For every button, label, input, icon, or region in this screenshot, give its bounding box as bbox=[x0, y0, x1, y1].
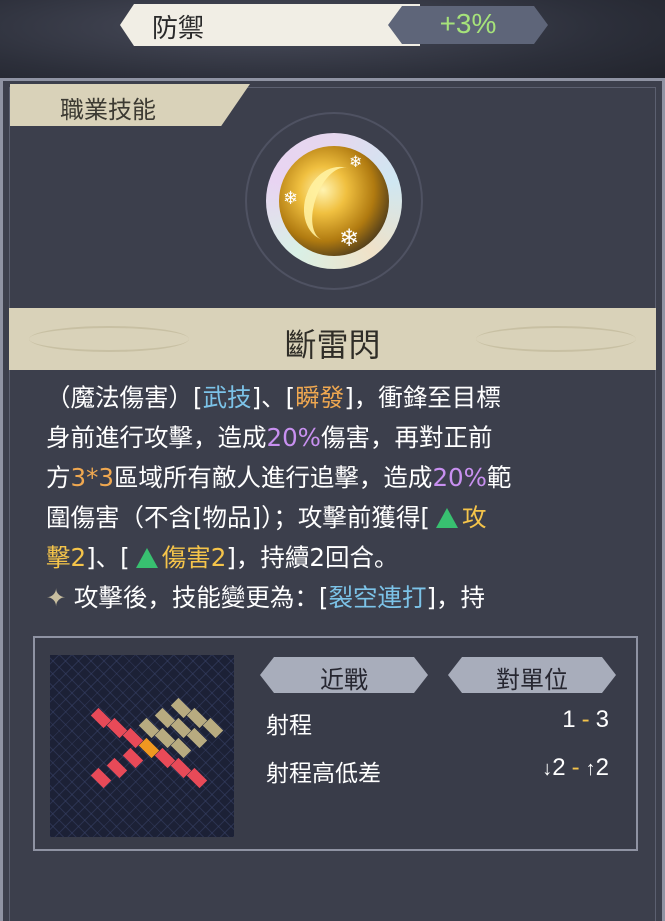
area-tile bbox=[202, 717, 224, 739]
range-value: 1-3 bbox=[562, 706, 609, 734]
desc-line-5: 擊2]、[ 傷害2]，持續2回合。 bbox=[46, 538, 621, 578]
section-title: 職業技能 bbox=[60, 96, 156, 124]
desc-text: 區域所有敵人進行追擊，造成 bbox=[113, 463, 433, 492]
buff-up-triangle-icon bbox=[435, 508, 458, 528]
area-size: 3*3 bbox=[70, 463, 114, 492]
skill-description: （魔法傷害）[武技]、[瞬發]，衝鋒至目標 身前進行攻擊，造成20%傷害，再對正… bbox=[46, 378, 621, 618]
slash-icon bbox=[293, 158, 377, 250]
snowflake-icon: ❄ bbox=[339, 224, 360, 252]
buff-up-triangle-icon bbox=[135, 548, 158, 568]
range-tile bbox=[122, 747, 144, 769]
range-max: 3 bbox=[595, 706, 609, 733]
height-diff-value: ↓2- ↑2 bbox=[542, 754, 609, 782]
desc-text: ]，持 bbox=[426, 583, 486, 612]
snowflake-icon: ❄ bbox=[283, 188, 299, 209]
range-tile bbox=[90, 767, 112, 789]
keyword-martial[interactable]: 武技 bbox=[203, 383, 252, 412]
area-tile bbox=[170, 737, 192, 759]
keyword-instant[interactable]: 瞬發 bbox=[295, 383, 344, 412]
buff-damage[interactable]: 傷害2 bbox=[162, 543, 227, 572]
height-diff-label: 射程高低差 bbox=[266, 761, 381, 787]
range-tile bbox=[106, 757, 128, 779]
snowflake-icon: ❄ bbox=[349, 152, 363, 171]
desc-text: ]，衝鋒至目標 bbox=[344, 383, 501, 412]
desc-text: 方 bbox=[46, 463, 71, 492]
attack-type-tag: 近戰 bbox=[260, 657, 428, 693]
height-separator: - bbox=[571, 754, 580, 781]
height-up: 2 bbox=[595, 754, 609, 781]
desc-line-1: （魔法傷害）[武技]、[瞬發]，衝鋒至目標 bbox=[46, 378, 621, 418]
buff-attack[interactable]: 擊2 bbox=[46, 543, 86, 572]
range-tile bbox=[186, 767, 208, 789]
range-min: 1 bbox=[562, 706, 576, 733]
attack-range-grid bbox=[50, 655, 234, 837]
defense-stat-bar: 防禦 +3% bbox=[120, 4, 550, 46]
desc-line-2: 身前進行攻擊，造成20%傷害，再對正前 bbox=[46, 418, 621, 458]
sparkle-icon: ✦ bbox=[46, 584, 67, 612]
stat-value-plate: +3% bbox=[388, 6, 548, 44]
desc-text: 身前進行攻擊，造成 bbox=[46, 423, 267, 452]
damage-percent: 20% bbox=[266, 423, 321, 452]
desc-text: ]，持續2回合。 bbox=[226, 543, 399, 572]
desc-line-4: 圍傷害（不含[物品]）；攻擊前獲得[ 攻 bbox=[46, 498, 621, 538]
desc-line-6: ✦ 攻擊後，技能變更為：[裂空連打]，持 bbox=[46, 578, 621, 618]
arrow-down-icon: ↓ bbox=[542, 758, 553, 780]
desc-text: （魔法傷害）[ bbox=[46, 383, 203, 412]
golden-slash-snowflake-icon[interactable]: ❄ ❄ ❄ bbox=[279, 146, 389, 256]
range-separator: - bbox=[581, 706, 590, 733]
desc-text: 圍傷害（不含[物品]）；攻擊前獲得[ bbox=[46, 503, 430, 532]
skill-name: 斷雷閃 bbox=[284, 326, 381, 364]
height-down: 2 bbox=[552, 754, 566, 781]
arrow-up-icon: ↑ bbox=[585, 758, 596, 780]
keyword-next-skill[interactable]: 裂空連打 bbox=[328, 583, 426, 612]
desc-text: 攻擊後，技能變更為：[ bbox=[73, 583, 329, 612]
target-type-label: 對單位 bbox=[496, 666, 568, 694]
target-type-tag: 對單位 bbox=[448, 657, 616, 693]
range-label: 射程 bbox=[266, 713, 312, 739]
desc-text: 範 bbox=[486, 463, 512, 492]
desc-text: ]、[ bbox=[251, 383, 296, 412]
desc-line-3: 方3*3區域所有敵人進行追擊，造成20%範 bbox=[46, 458, 621, 498]
buff-attack[interactable]: 攻 bbox=[462, 503, 487, 532]
area-damage-percent: 20% bbox=[432, 463, 487, 492]
area-tile bbox=[186, 727, 208, 749]
desc-text: ]、[ bbox=[86, 543, 130, 572]
desc-text: 傷害，再對正前 bbox=[320, 423, 493, 452]
skill-name-band: 斷雷閃 bbox=[9, 308, 656, 370]
stat-value: +3% bbox=[439, 8, 497, 39]
attack-type-label: 近戰 bbox=[320, 666, 368, 694]
stat-label: 防禦 bbox=[152, 14, 205, 44]
